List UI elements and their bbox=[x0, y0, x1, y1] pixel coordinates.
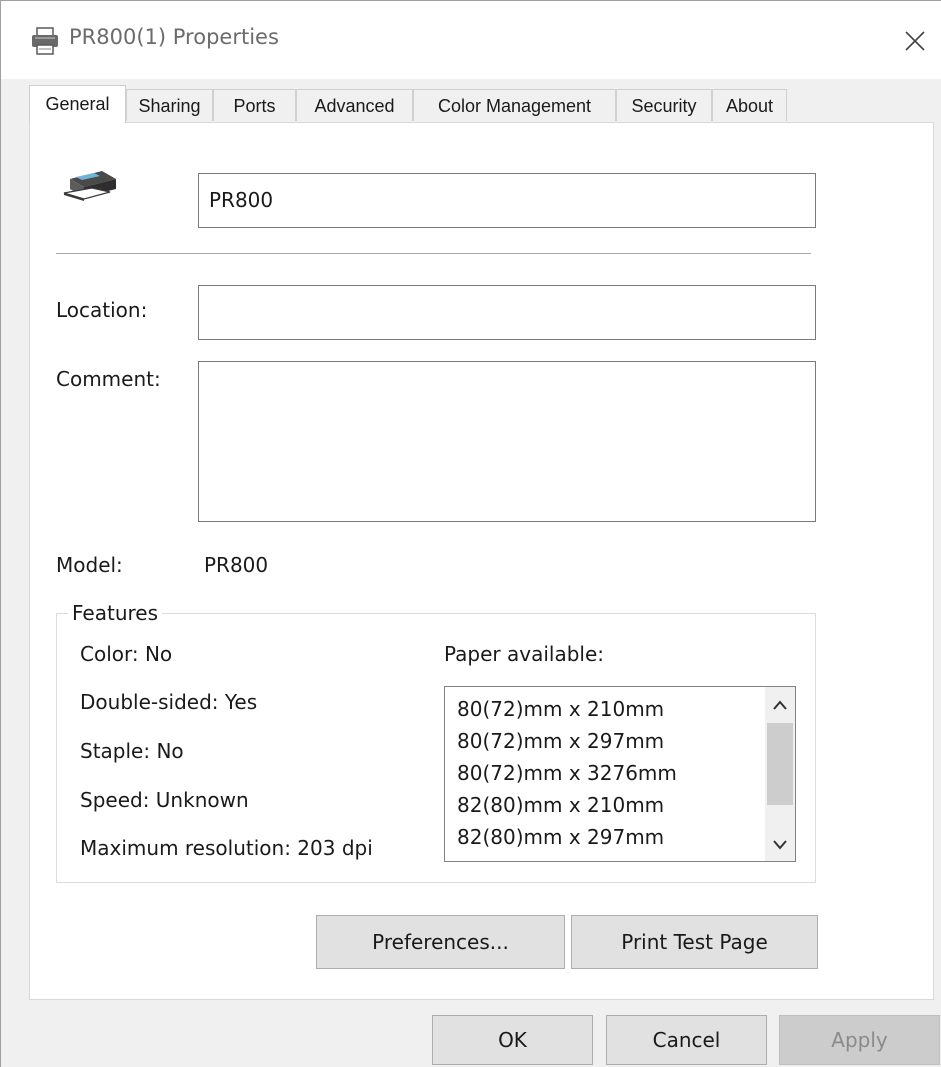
tab-security[interactable]: Security bbox=[616, 89, 712, 121]
printer-name-input[interactable]: PR800 bbox=[198, 173, 816, 228]
tab-general[interactable]: General bbox=[29, 85, 126, 123]
general-panel: PR800 Location: Comment: Model: PR800 Fe… bbox=[29, 122, 934, 1000]
feature-double-sided: Double-sided: Yes bbox=[80, 690, 258, 714]
title-bar: PR800(1) Properties bbox=[1, 1, 941, 79]
chevron-up-icon[interactable] bbox=[765, 691, 795, 719]
features-legend: Features bbox=[68, 601, 162, 625]
list-item[interactable]: 80(72)mm x 3276mm bbox=[457, 761, 677, 785]
feature-color: Color: No bbox=[80, 642, 173, 666]
ok-button[interactable]: OK bbox=[432, 1015, 593, 1065]
preferences-button[interactable]: Preferences... bbox=[316, 915, 565, 969]
list-item[interactable]: 80(72)mm x 210mm bbox=[457, 697, 664, 721]
print-test-page-button[interactable]: Print Test Page bbox=[571, 915, 818, 969]
comment-label: Comment: bbox=[56, 367, 161, 391]
tab-sharing[interactable]: Sharing bbox=[126, 89, 213, 121]
comment-input[interactable] bbox=[198, 361, 816, 522]
printer-icon bbox=[32, 27, 58, 55]
list-item[interactable]: 80(72)mm x 297mm bbox=[457, 729, 664, 753]
location-input[interactable] bbox=[198, 285, 816, 340]
paper-available-label: Paper available: bbox=[444, 642, 605, 666]
tab-ports[interactable]: Ports bbox=[213, 89, 296, 121]
tab-advanced[interactable]: Advanced bbox=[296, 89, 413, 121]
printer-device-icon bbox=[63, 171, 116, 201]
model-label: Model: bbox=[56, 553, 123, 577]
tab-color-management[interactable]: Color Management bbox=[413, 89, 616, 121]
close-icon[interactable] bbox=[897, 23, 933, 59]
feature-staple: Staple: No bbox=[80, 739, 184, 763]
divider bbox=[56, 253, 811, 254]
tab-about[interactable]: About bbox=[712, 89, 787, 121]
list-item[interactable]: 82(80)mm x 210mm bbox=[457, 793, 664, 817]
chevron-down-icon[interactable] bbox=[765, 831, 795, 859]
scrollbar-thumb[interactable] bbox=[767, 723, 793, 805]
location-label: Location: bbox=[56, 298, 148, 322]
model-value: PR800 bbox=[204, 553, 269, 577]
apply-button[interactable]: Apply bbox=[779, 1015, 940, 1065]
list-item[interactable]: 82(80)mm x 297mm bbox=[457, 825, 664, 849]
window-title: PR800(1) Properties bbox=[69, 25, 279, 49]
feature-speed: Speed: Unknown bbox=[80, 788, 249, 812]
properties-window: PR800(1) Properties General Sharing Port… bbox=[0, 0, 941, 1067]
feature-max-resolution: Maximum resolution: 203 dpi bbox=[80, 836, 373, 860]
cancel-button[interactable]: Cancel bbox=[606, 1015, 767, 1065]
paper-list-scrollbar[interactable] bbox=[765, 687, 795, 861]
paper-list[interactable]: 80(72)mm x 210mm 80(72)mm x 297mm 80(72)… bbox=[444, 686, 796, 862]
